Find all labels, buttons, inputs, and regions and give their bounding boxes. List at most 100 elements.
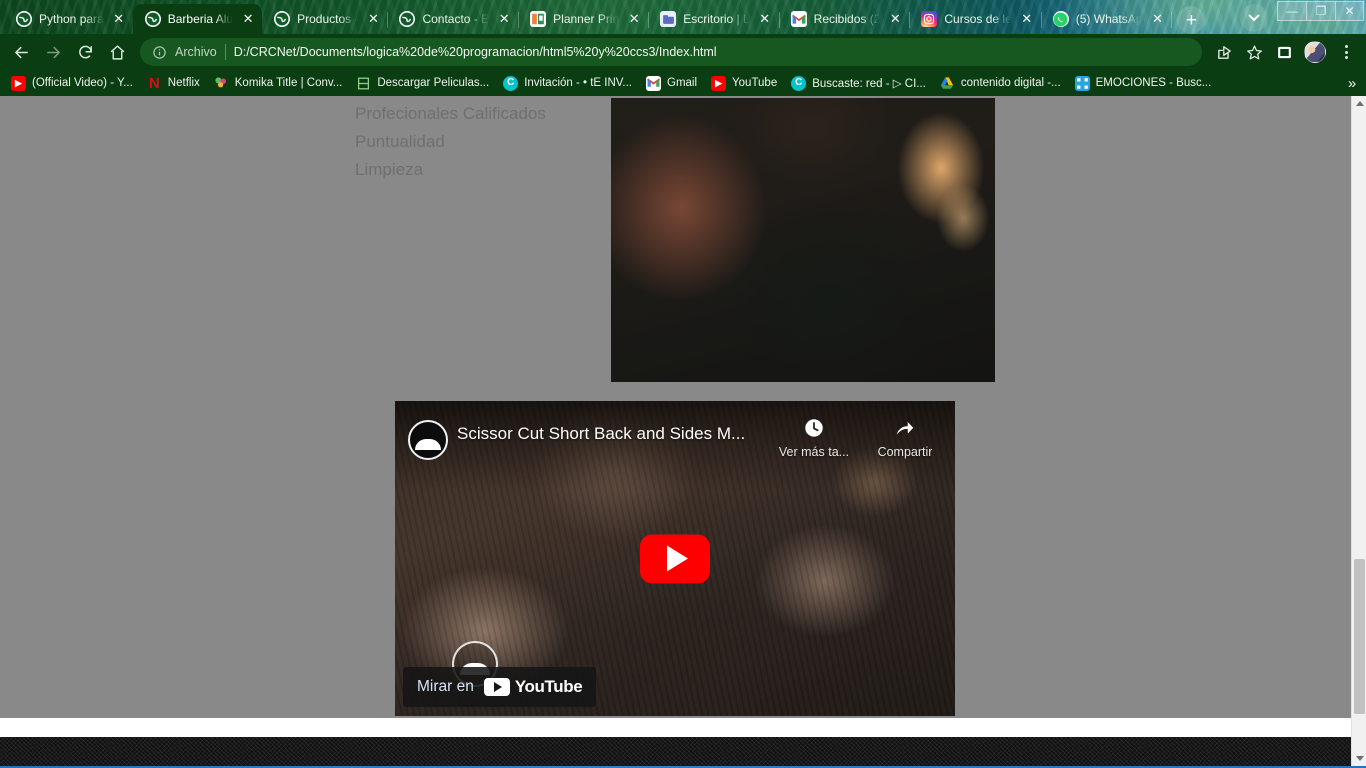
bookmarks-overflow-button[interactable]: » [1342, 75, 1362, 92]
bookmark-item-4[interactable]: Descargar Peliculas... [349, 74, 496, 93]
tab-title: Barberia Alu [167, 12, 234, 26]
bookmark-item-7[interactable]: ▶ YouTube [704, 74, 784, 93]
canva-icon: C [503, 75, 519, 91]
tab-search-button[interactable] [1240, 4, 1268, 32]
reload-button[interactable] [70, 37, 100, 67]
bookmark-label: YouTube [732, 77, 778, 89]
address-bar[interactable]: Archivo D:/CRCNet/Documents/logica%20de%… [140, 38, 1202, 66]
youtube-wordmark: YouTube [514, 677, 583, 696]
youtube-icon: ▶ [711, 75, 727, 91]
feature-item-3: Limpieza [355, 160, 424, 179]
bookmark-label: Descargar Peliculas... [377, 77, 490, 89]
side-panel-icon[interactable] [1270, 38, 1298, 66]
browser-tab-3[interactable]: Productos - ✕ [262, 4, 389, 34]
planner-icon [530, 11, 547, 27]
browser-toolbar: Archivo D:/CRCNet/Documents/logica%20de%… [0, 34, 1366, 70]
forward-button[interactable] [38, 37, 68, 67]
browser-tab-4[interactable]: Contacto - E ✕ [387, 4, 519, 34]
scroll-up-button[interactable] [1352, 96, 1366, 111]
bookmark-label: Buscaste: red - ▷ CI... [812, 78, 926, 90]
page-viewport: Profecionales Calificados Puntualidad Li… [0, 96, 1366, 766]
bookmark-item-3[interactable]: Komika Title | Conv... [207, 74, 350, 93]
tab-close-button[interactable]: ✕ [757, 11, 773, 27]
home-button[interactable] [102, 37, 132, 67]
bookmark-item-2[interactable]: N Netflix [140, 74, 207, 93]
close-button[interactable]: ✕ [1335, 1, 1364, 21]
film-icon [356, 76, 371, 91]
tab-close-button[interactable]: ✕ [111, 11, 127, 27]
bookmark-label: Invitación - • tE INV... [524, 77, 632, 89]
bookmark-item-9[interactable]: contenido digital -... [933, 74, 1068, 93]
info-icon [153, 45, 166, 59]
bookmark-item-5[interactable]: C Invitación - • tE INV... [496, 74, 639, 93]
globe-icon [399, 11, 416, 27]
browser-tab-9[interactable]: (5) WhatsAp ✕ [1041, 4, 1173, 34]
browser-tab-2-active[interactable]: Barberia Alu ✕ [132, 4, 263, 34]
address-url[interactable]: D:/CRCNet/Documents/logica%20de%20progra… [234, 45, 717, 59]
tab-title: Escritorio | L [683, 12, 750, 26]
new-tab-button[interactable]: + [1177, 6, 1206, 34]
play-button[interactable] [640, 534, 710, 583]
watch-on-label: Mirar en [417, 678, 474, 695]
tab-title: Recibidos (2 [813, 12, 881, 26]
share-arrow-icon [896, 422, 914, 435]
globe-icon [274, 11, 291, 27]
feature-item-1: Profecionales Calificados [355, 104, 546, 123]
browser-tab-1[interactable]: Python para ✕ [4, 4, 134, 34]
scroll-down-button[interactable] [1352, 751, 1366, 766]
tab-close-button[interactable]: ✕ [626, 11, 642, 27]
whatsapp-icon [1052, 11, 1069, 27]
share-icon[interactable] [1210, 38, 1238, 66]
barbershop-photo [611, 98, 995, 382]
address-separator [224, 44, 226, 60]
tab-close-button[interactable]: ✕ [1149, 11, 1165, 27]
bookmark-label: Netflix [167, 77, 200, 89]
tab-title: (5) WhatsAp [1075, 12, 1143, 26]
video-title[interactable]: Scissor Cut Short Back and Sides M... [457, 423, 787, 445]
bookmark-item-6[interactable]: Gmail [639, 74, 704, 93]
grid-icon [1074, 75, 1090, 91]
drive-icon [940, 76, 955, 91]
restore-button[interactable]: ❐ [1306, 1, 1335, 21]
channel-avatar-icon[interactable] [408, 420, 448, 460]
watch-later-button[interactable]: Ver más ta... [769, 417, 859, 459]
tab-list: Python para ✕ Barberia Alu ✕ Productos -… [4, 0, 1206, 34]
tab-title: Cursos de le [944, 12, 1012, 26]
tab-close-button[interactable]: ✕ [496, 11, 512, 27]
bookmark-item-1[interactable]: ▶ (Official Video) - Y... [4, 74, 140, 93]
tab-close-button[interactable]: ✕ [365, 11, 381, 27]
netflix-icon: N [148, 74, 160, 92]
tab-close-button[interactable]: ✕ [887, 11, 903, 27]
watch-on-youtube-button[interactable]: Mirar en YouTube [403, 667, 597, 707]
bookmark-item-8[interactable]: C Buscaste: red - ▷ CI... [784, 74, 933, 93]
minimize-button[interactable]: — [1277, 1, 1306, 21]
tab-title: Contacto - E [422, 12, 490, 26]
tab-strip: Python para ✕ Barberia Alu ✕ Productos -… [0, 0, 1366, 34]
share-label: Compartir [877, 445, 933, 459]
browser-tab-5[interactable]: Planner Prin ✕ [518, 4, 650, 34]
balloons-icon [214, 76, 229, 91]
youtube-logo-icon: YouTube [483, 677, 583, 697]
bookmark-item-10[interactable]: EMOCIONES - Busc... [1068, 74, 1219, 93]
tab-close-button[interactable]: ✕ [1019, 11, 1035, 27]
youtube-video-embed[interactable]: Scissor Cut Short Back and Sides M... Ve… [395, 401, 955, 716]
play-triangle-icon [666, 545, 688, 572]
profile-avatar[interactable] [1304, 41, 1326, 63]
bookmark-star-icon[interactable] [1240, 38, 1268, 66]
scrollbar-thumb[interactable] [1354, 559, 1365, 714]
tab-close-button[interactable]: ✕ [240, 11, 256, 27]
browser-window: Python para ✕ Barberia Alu ✕ Productos -… [0, 0, 1366, 768]
browser-tab-8[interactable]: Cursos de le ✕ [909, 4, 1043, 34]
browser-tab-6[interactable]: Escritorio | L ✕ [648, 4, 781, 34]
bookmark-label: EMOCIONES - Busc... [1095, 77, 1212, 89]
tab-title: Python para [39, 12, 104, 26]
page-scrollbar[interactable] [1351, 96, 1366, 766]
section-separator [0, 718, 1351, 737]
back-button[interactable] [6, 37, 36, 67]
youtube-icon: ▶ [11, 75, 26, 91]
share-video-button[interactable]: Compartir [865, 417, 945, 459]
bookmark-label: Komika Title | Conv... [234, 77, 343, 89]
web-page-content: Profecionales Calificados Puntualidad Li… [0, 96, 1351, 766]
browser-tab-7[interactable]: Recibidos (2 ✕ [779, 4, 911, 34]
chrome-menu-icon[interactable] [1332, 38, 1360, 66]
